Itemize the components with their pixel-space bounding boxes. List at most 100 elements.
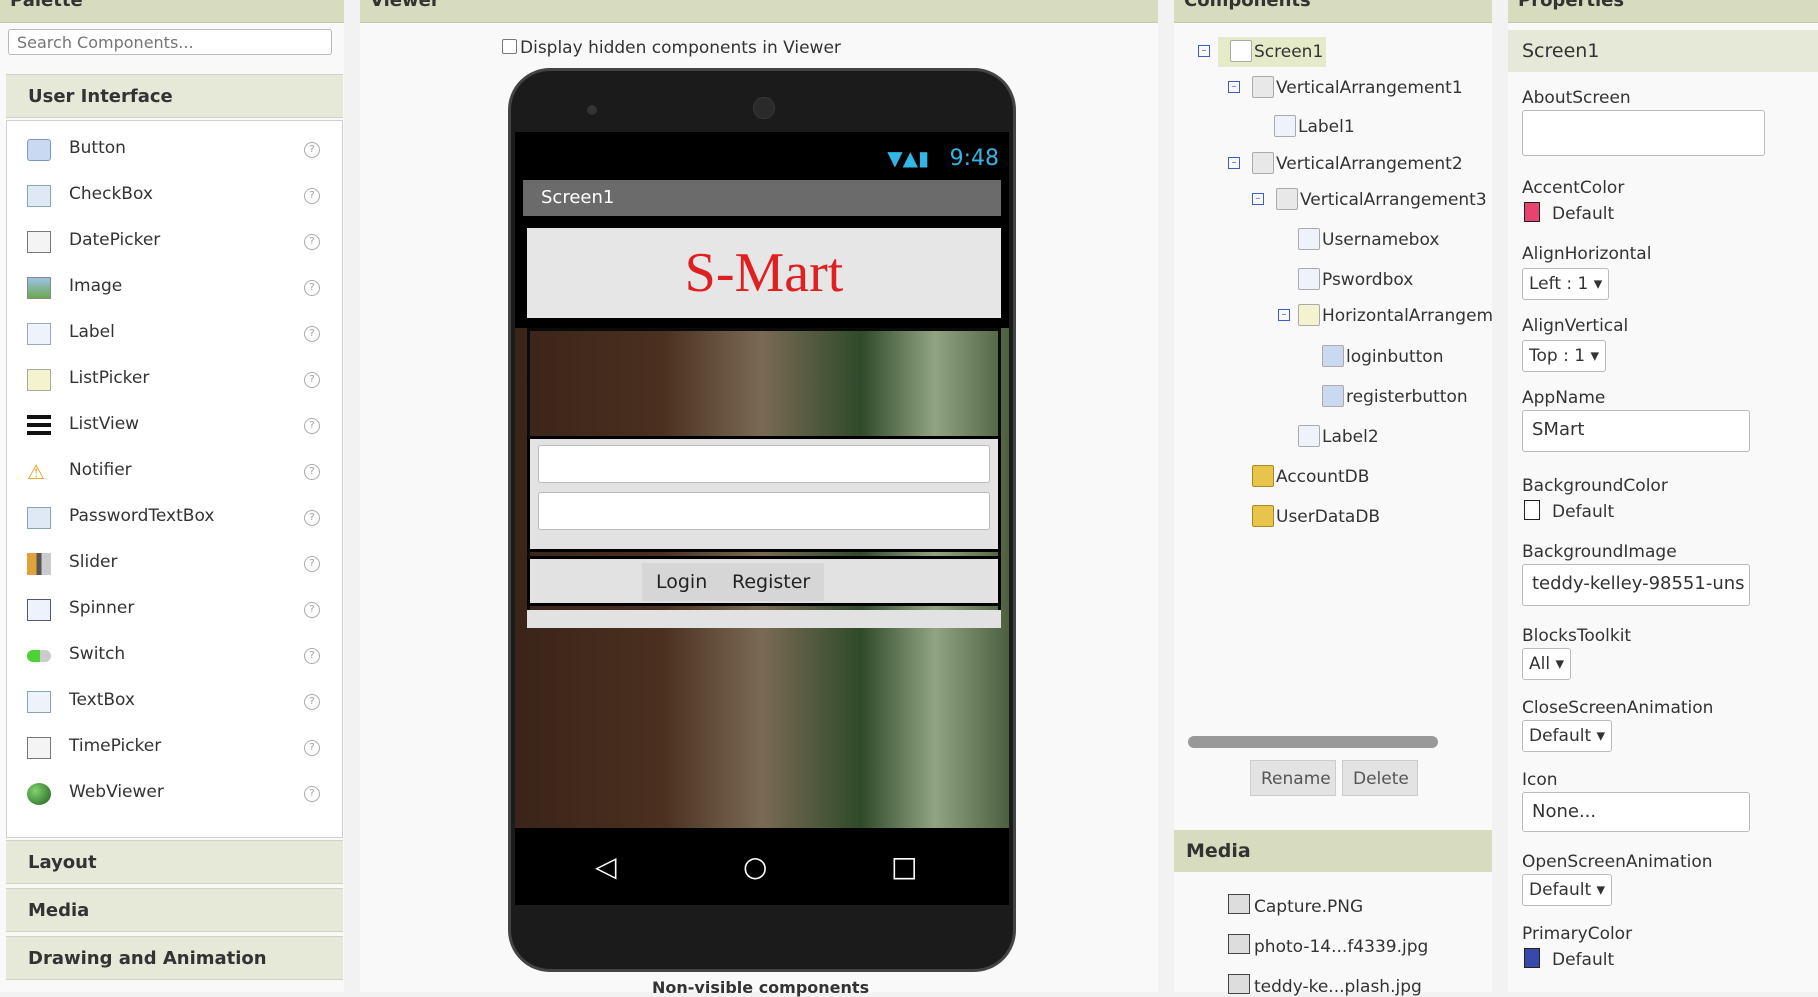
database-icon: [1252, 505, 1274, 527]
media-file-item[interactable]: Capture.PNG: [1228, 894, 1363, 917]
palette-item-notifier[interactable]: ⚠ Notifier?: [7, 449, 342, 495]
palette-item-passwordtextbox[interactable]: PasswordTextBox?: [7, 495, 342, 541]
switch-icon: [27, 650, 51, 662]
align-horizontal-dropdown[interactable]: Left : 1 ▾: [1522, 268, 1610, 300]
collapse-toggle-icon[interactable]: –: [1198, 45, 1210, 57]
section-drawing-and-animation[interactable]: Drawing and Animation: [6, 936, 343, 980]
timepicker-icon: [27, 737, 51, 759]
help-icon[interactable]: ?: [304, 372, 320, 388]
palette-item-webviewer[interactable]: WebViewer?: [7, 771, 342, 817]
home-icon[interactable]: ○: [743, 850, 767, 883]
palette-item-label: CheckBox: [69, 184, 153, 204]
section-user-interface[interactable]: User Interface: [6, 74, 343, 118]
palette-item-slider[interactable]: Slider?: [7, 541, 342, 587]
help-icon[interactable]: ?: [304, 786, 320, 802]
open-screen-animation-dropdown[interactable]: Default ▾: [1522, 874, 1613, 906]
register-button[interactable]: Register: [718, 563, 825, 601]
accent-color-swatch: [1524, 202, 1540, 222]
help-icon[interactable]: ?: [304, 464, 320, 480]
login-button[interactable]: Login: [642, 563, 722, 601]
properties-panel: Properties Screen1 AboutScreen AccentCol…: [1508, 0, 1818, 992]
tree-item-label: Pswordbox: [1322, 270, 1414, 290]
screen-icon: [1230, 40, 1252, 62]
palette-item-checkbox[interactable]: CheckBox?: [7, 173, 342, 219]
display-hidden-checkbox[interactable]: Display hidden components in Viewer: [502, 38, 841, 58]
palette-item-spinner[interactable]: Spinner?: [7, 587, 342, 633]
media-file-label: photo-14...f4339.jpg: [1254, 937, 1429, 957]
app-banner-label[interactable]: S-Mart: [527, 228, 1001, 318]
properties-header: Properties: [1508, 0, 1818, 23]
login-form-arrangement[interactable]: [527, 436, 1001, 552]
image-icon: [27, 277, 51, 299]
help-icon[interactable]: ?: [304, 280, 320, 296]
viewer-panel: Viewer Display hidden components in View…: [360, 0, 1158, 997]
collapse-toggle-icon[interactable]: –: [1228, 81, 1240, 93]
media-file-item[interactable]: teddy-ke...plash.jpg: [1228, 974, 1422, 997]
primary-color-picker[interactable]: Default: [1524, 948, 1614, 970]
palette-item-image[interactable]: Image?: [7, 265, 342, 311]
help-icon[interactable]: ?: [304, 234, 320, 250]
chevron-down-icon: ▾: [1596, 726, 1606, 746]
about-screen-textarea[interactable]: [1522, 110, 1765, 156]
align-vertical-dropdown[interactable]: Top : 1 ▾: [1522, 340, 1606, 372]
selected-component-name: Screen1: [1508, 30, 1818, 72]
media-file-label: teddy-ke...plash.jpg: [1254, 977, 1422, 997]
back-icon[interactable]: ◁: [595, 850, 617, 883]
help-icon[interactable]: ?: [304, 556, 320, 572]
palette-item-textbox[interactable]: TextBox?: [7, 679, 342, 725]
phone-screen: ▼▲▮ 9:48 Screen1 S-Mart Login Register ◁…: [515, 132, 1009, 905]
checkbox-box[interactable]: [502, 39, 517, 54]
collapse-toggle-icon[interactable]: –: [1228, 157, 1240, 169]
collapse-toggle-icon[interactable]: –: [1278, 309, 1290, 321]
label2-bar[interactable]: [527, 610, 1001, 628]
help-icon[interactable]: ?: [304, 188, 320, 204]
help-icon[interactable]: ?: [304, 510, 320, 526]
palette-item-listview[interactable]: ListView?: [7, 403, 342, 449]
android-nav-bar: ◁ ○ □: [515, 828, 1009, 905]
help-icon[interactable]: ?: [304, 602, 320, 618]
tree-item-label: VerticalArrangement2: [1276, 154, 1463, 174]
palette-item-switch[interactable]: Switch?: [7, 633, 342, 679]
palette-item-label[interactable]: Label?: [7, 311, 342, 357]
palette-item-button[interactable]: Button?: [7, 127, 342, 173]
background-color-picker[interactable]: Default: [1524, 500, 1614, 522]
open-screen-animation-value: Default: [1529, 880, 1592, 900]
palette-item-timepicker[interactable]: TimePicker?: [7, 725, 342, 771]
app-name-input[interactable]: SMart: [1522, 410, 1750, 452]
username-textbox[interactable]: [538, 445, 990, 483]
icon-picker[interactable]: None...: [1522, 792, 1750, 832]
palette-item-label: Slider: [69, 552, 118, 572]
help-icon[interactable]: ?: [304, 142, 320, 158]
recents-icon[interactable]: □: [891, 850, 917, 883]
help-icon[interactable]: ?: [304, 694, 320, 710]
help-icon[interactable]: ?: [304, 418, 320, 434]
help-icon[interactable]: ?: [304, 648, 320, 664]
listview-icon: [27, 415, 51, 437]
collapse-toggle-icon[interactable]: –: [1252, 193, 1264, 205]
components-horizontal-scrollbar[interactable]: [1188, 736, 1438, 748]
listpicker-icon: [27, 369, 51, 391]
help-icon[interactable]: ?: [304, 740, 320, 756]
palette-item-label: Notifier: [69, 460, 132, 480]
section-media[interactable]: Media: [6, 888, 343, 932]
palette-item-listpicker[interactable]: ListPicker?: [7, 357, 342, 403]
password-textbox[interactable]: [538, 492, 990, 530]
delete-button[interactable]: Delete: [1342, 760, 1418, 796]
close-screen-animation-dropdown[interactable]: Default ▾: [1522, 720, 1613, 752]
checkbox-icon: [27, 185, 51, 207]
background-image-input[interactable]: teddy-kelley-98551-uns: [1522, 564, 1750, 606]
rename-button[interactable]: Rename: [1250, 760, 1336, 796]
button-arrangement[interactable]: Login Register: [527, 556, 1001, 606]
palette-item-datepicker[interactable]: DatePicker?: [7, 219, 342, 265]
blocks-toolkit-dropdown[interactable]: All ▾: [1522, 648, 1572, 680]
media-file-item[interactable]: photo-14...f4339.jpg: [1228, 934, 1428, 957]
accent-color-picker[interactable]: Default: [1524, 202, 1614, 224]
help-icon[interactable]: ?: [304, 326, 320, 342]
primary-color-swatch: [1524, 948, 1540, 968]
background-color-value: Default: [1552, 502, 1615, 522]
tree-item-screen1[interactable]: – Screen1: [1198, 37, 1326, 67]
accent-color-value: Default: [1552, 204, 1615, 224]
search-components-input[interactable]: [8, 29, 332, 55]
screen-title-bar: Screen1: [523, 180, 1001, 216]
section-layout[interactable]: Layout: [6, 840, 343, 884]
